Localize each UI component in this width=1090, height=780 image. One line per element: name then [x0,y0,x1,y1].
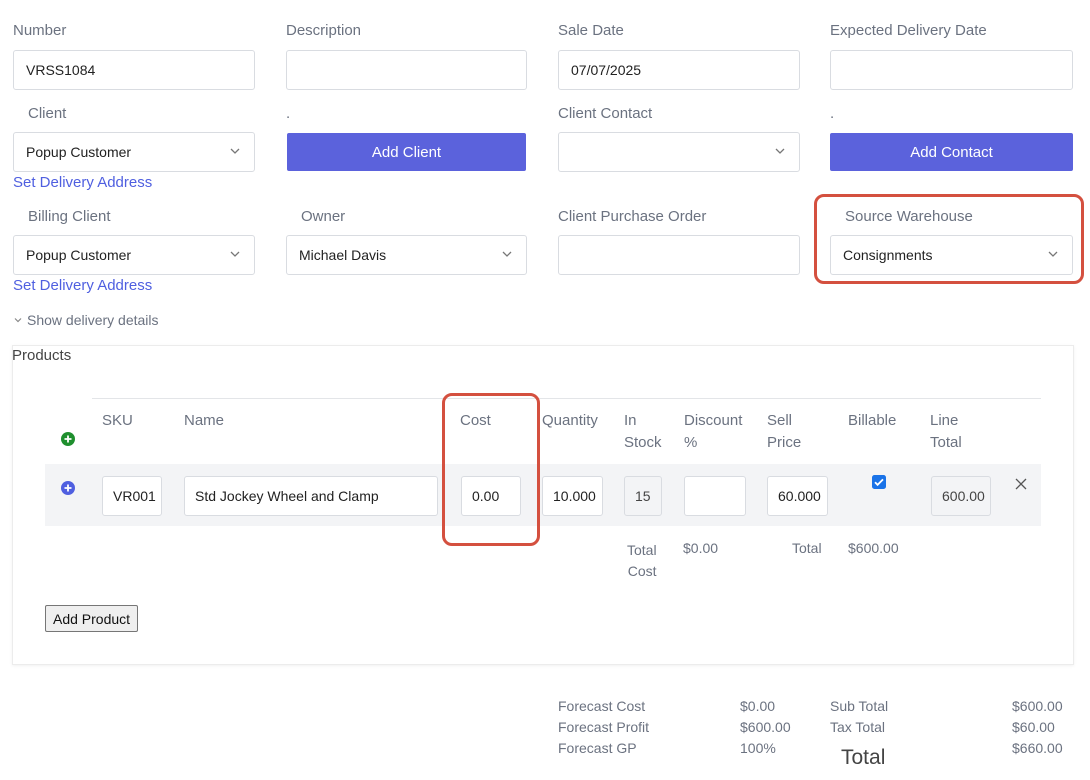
total-cost-label: Total Cost [627,540,657,582]
tax-total-value: $60.00 [1012,719,1055,735]
client-select[interactable]: Popup Customer [13,132,255,172]
number-label: Number [13,22,67,39]
products-section-title: Products [12,347,72,364]
total-cost-value: $0.00 [683,540,719,556]
header-sell-price-line1: Sell [767,412,793,429]
description-input[interactable] [286,50,527,90]
table-total-value: $600.00 [848,540,899,556]
billing-client-select[interactable]: Popup Customer [13,235,255,275]
header-in-stock-line1: In [624,412,637,429]
set-delivery-address-link[interactable]: Set Delivery Address [13,277,152,294]
show-delivery-details-label: Show delivery details [27,312,159,328]
remove-row-icon[interactable] [1014,477,1028,491]
chevron-down-icon [775,148,785,154]
header-in-stock: In Stock [624,410,662,454]
header-discount-line2: % [684,434,698,451]
total-cost-label-line2: Cost [627,563,657,579]
description-label: Description [286,22,362,39]
client-purchase-order-label: Client Purchase Order [558,208,707,225]
grand-total-label: Total [841,746,886,769]
row-sell-price-input[interactable]: 60.000 [767,476,828,516]
source-warehouse-highlight [814,194,1084,284]
sub-total-value: $600.00 [1012,698,1063,714]
header-billable: Billable [848,412,897,429]
sub-total-label: Sub Total [830,698,889,714]
client-label: Client [28,105,67,122]
header-line-total-line1: Line [930,412,959,429]
expected-delivery-date-input[interactable] [830,50,1073,90]
sale-date-label: Sale Date [558,22,624,39]
billing-client-value: Popup Customer [26,247,132,263]
forecast-cost-value: $0.00 [740,698,776,714]
set-delivery-address-link[interactable]: Set Delivery Address [13,174,152,191]
owner-value: Michael Davis [299,247,387,263]
show-delivery-details-toggle[interactable]: Show delivery details [13,312,159,328]
add-contact-button[interactable]: Add Contact [830,133,1073,171]
row-sku-input[interactable]: VR001 [102,476,162,516]
header-sell-price: Sell Price [767,410,801,454]
client-contact-label: Client Contact [558,105,653,122]
header-sell-price-line2: Price [767,434,802,451]
header-line-total: Line Total [930,410,962,454]
client-purchase-order-input[interactable] [558,235,800,275]
tax-total-label: Tax Total [830,719,885,735]
header-sku: SKU [102,412,133,429]
forecast-gp-label: Forecast GP [558,740,637,756]
forecast-profit-label: Forecast Profit [558,719,650,735]
client-select-value: Popup Customer [26,144,132,160]
header-in-stock-line2: Stock [624,434,662,451]
billing-client-label: Billing Client [28,208,111,225]
forecast-cost-label: Forecast Cost [558,698,646,714]
row-billable-checkbox[interactable] [872,475,886,489]
row-in-stock-value: 15 [624,476,662,516]
forecast-profit-value: $600.00 [740,719,791,735]
header-discount: Discount % [684,410,742,454]
header-discount-line1: Discount [684,412,743,429]
expected-delivery-date-label: Expected Delivery Date [830,22,987,39]
number-input[interactable]: VRSS1084 [13,50,255,90]
sale-date-input[interactable]: 07/07/2025 [558,50,800,90]
owner-label: Owner [301,208,346,225]
dot-label: . [286,105,291,122]
row-name-input[interactable]: Std Jockey Wheel and Clamp [184,476,438,516]
dot-label: . [830,105,835,122]
total-cost-label-line1: Total [627,542,657,558]
owner-select[interactable]: Michael Davis [286,235,527,275]
row-quantity-input[interactable]: 10.000 [542,476,603,516]
add-row-icon[interactable] [61,432,75,446]
row-discount-input[interactable] [684,476,746,516]
add-product-button[interactable]: Add Product [45,605,139,632]
chevron-down-icon [502,251,512,257]
chevron-down-icon [14,318,22,323]
row-options-icon[interactable] [61,481,75,495]
grand-total-value: $660.00 [1012,740,1063,756]
forecast-gp-value: 100% [740,740,776,756]
add-client-button[interactable]: Add Client [287,133,526,171]
header-line-total-line2: Total [930,434,962,451]
header-quantity: Quantity [542,412,598,429]
cost-column-highlight [442,393,540,546]
row-line-total-value: 600.00 [931,476,991,516]
chevron-down-icon [230,251,240,257]
client-contact-select[interactable] [558,132,800,172]
header-name: Name [184,412,225,429]
chevron-down-icon [230,148,240,154]
table-header-divider [92,398,1041,399]
table-total-label: Total [792,540,822,556]
